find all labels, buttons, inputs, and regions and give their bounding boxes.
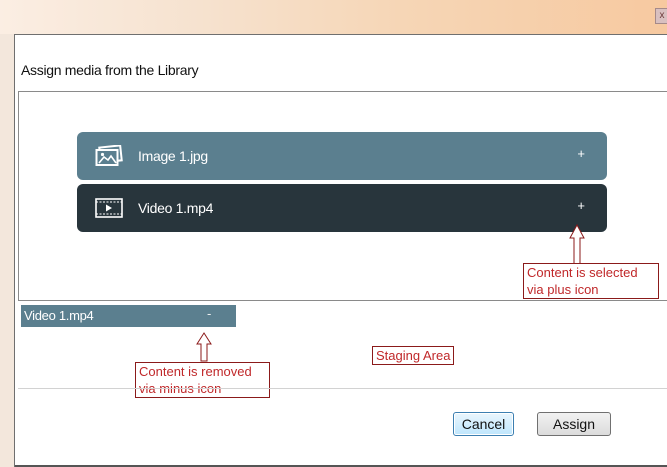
add-image-button[interactable]: + bbox=[577, 146, 585, 161]
library-item-video[interactable]: Video 1.mp4 + bbox=[77, 184, 607, 232]
library-panel: Image 1.jpg + Video 1.mp4 + Content is s… bbox=[18, 91, 667, 301]
staging-area: Video 1.mp4 - Content is removed via min… bbox=[18, 300, 667, 398]
cancel-button[interactable]: Cancel bbox=[453, 412, 514, 436]
add-video-button[interactable]: + bbox=[577, 198, 585, 213]
staged-item-video[interactable]: Video 1.mp4 - bbox=[21, 305, 236, 327]
staging-area-label: Staging Area bbox=[372, 346, 455, 365]
film-icon bbox=[92, 194, 126, 222]
select-callout: Content is selected via plus icon bbox=[523, 263, 659, 299]
staged-item-label: Video 1.mp4 bbox=[24, 308, 94, 323]
assign-button[interactable]: Assign bbox=[537, 412, 611, 436]
divider bbox=[18, 388, 667, 389]
callout-text: Content is removed bbox=[139, 364, 252, 379]
close-icon: x bbox=[659, 10, 665, 21]
window-close-button[interactable]: x bbox=[655, 8, 667, 24]
dialog-window: x Assign media from the Library Image 1.… bbox=[0, 0, 667, 467]
arrow-up-icon bbox=[196, 332, 212, 362]
callout-text: Content is selected bbox=[527, 265, 638, 280]
remove-video-button[interactable]: - bbox=[207, 303, 211, 325]
library-item-label: Video 1.mp4 bbox=[138, 200, 214, 216]
arrow-up-icon bbox=[569, 224, 585, 266]
image-icon bbox=[92, 142, 126, 170]
dialog-title: Assign media from the Library bbox=[21, 62, 199, 78]
callout-text: via plus icon bbox=[527, 282, 599, 297]
assign-media-dialog: Assign media from the Library Image 1.jp… bbox=[14, 34, 667, 467]
library-item-label: Image 1.jpg bbox=[138, 148, 208, 164]
window-titlebar[interactable]: x bbox=[0, 0, 667, 34]
library-item-image[interactable]: Image 1.jpg + bbox=[77, 132, 607, 180]
remove-callout: Content is removed via minus icon bbox=[135, 362, 270, 398]
